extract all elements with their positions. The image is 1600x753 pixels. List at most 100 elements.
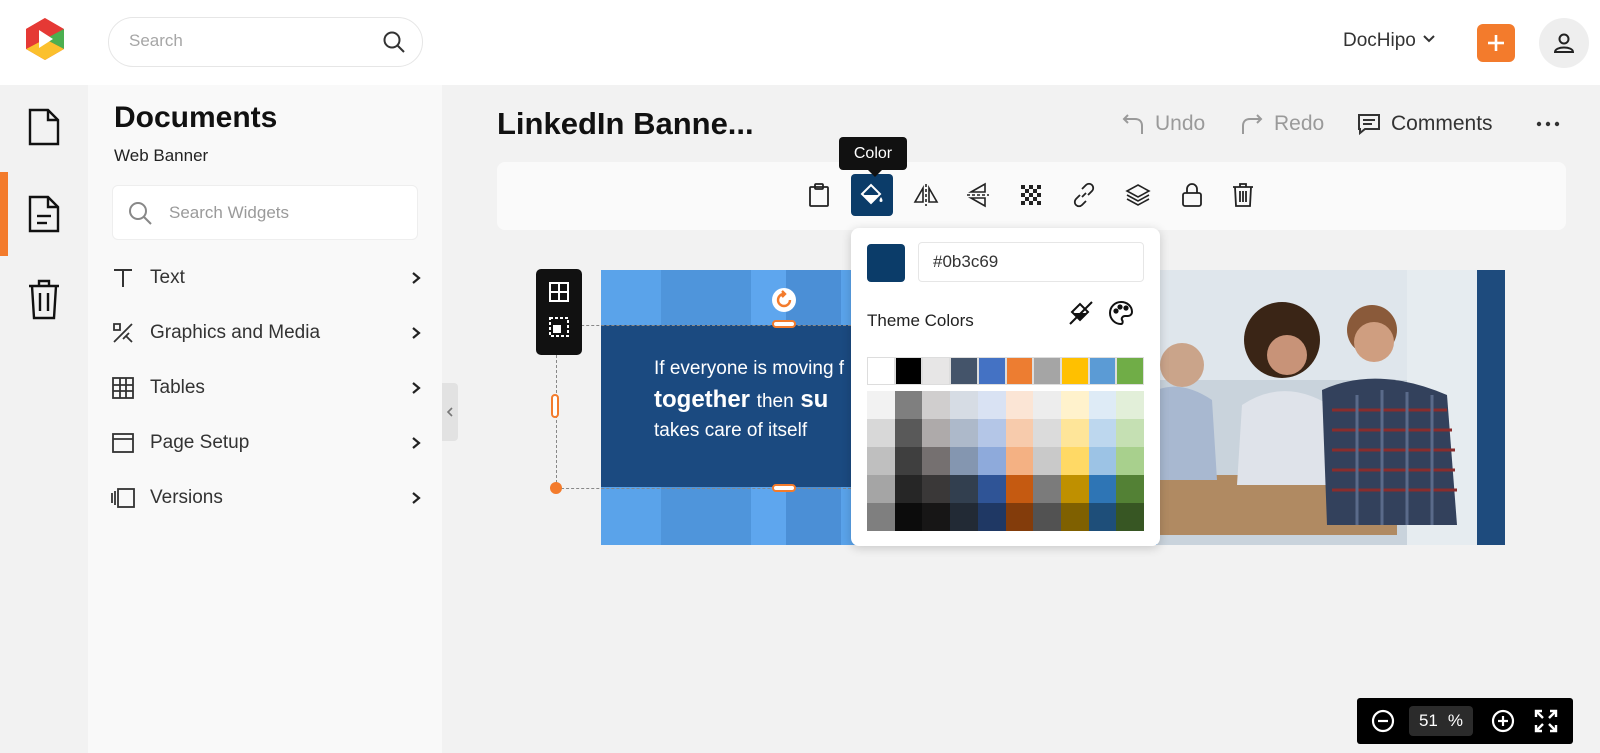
- color-swatch[interactable]: [1060, 357, 1089, 385]
- shade-swatch[interactable]: [867, 475, 895, 503]
- zoom-in-button[interactable]: [1490, 708, 1516, 734]
- shade-swatch[interactable]: [1116, 391, 1144, 419]
- shade-swatch[interactable]: [1088, 475, 1117, 503]
- shade-swatch[interactable]: [867, 447, 895, 475]
- shade-swatch[interactable]: [950, 503, 978, 531]
- shade-swatch[interactable]: [867, 503, 895, 531]
- shade-swatch[interactable]: [1088, 503, 1117, 531]
- menu-item-text[interactable]: Text: [110, 256, 426, 300]
- shade-swatch[interactable]: [1060, 447, 1089, 475]
- menu-item-page-setup[interactable]: Page Setup: [110, 421, 426, 465]
- shade-swatch[interactable]: [922, 475, 951, 503]
- shade-swatch[interactable]: [977, 419, 1006, 447]
- color-swatch[interactable]: [1033, 357, 1061, 385]
- select-tool-button[interactable]: [547, 315, 571, 339]
- color-swatch[interactable]: [867, 357, 895, 385]
- shade-swatch[interactable]: [977, 475, 1006, 503]
- redo-button[interactable]: Redo: [1240, 112, 1324, 136]
- shade-swatch[interactable]: [950, 447, 978, 475]
- shade-swatch[interactable]: [1116, 475, 1144, 503]
- color-swatch[interactable]: [1005, 357, 1034, 385]
- color-swatch[interactable]: [977, 357, 1006, 385]
- more-options-button[interactable]: [1535, 114, 1561, 134]
- shade-swatch[interactable]: [1033, 419, 1061, 447]
- shade-swatch[interactable]: [977, 503, 1006, 531]
- color-fill-button[interactable]: [851, 174, 893, 216]
- shade-swatch[interactable]: [922, 419, 951, 447]
- layers-button[interactable]: [1117, 174, 1159, 216]
- shade-swatch[interactable]: [1116, 419, 1144, 447]
- shade-swatch[interactable]: [894, 503, 923, 531]
- shade-swatch[interactable]: [1033, 447, 1061, 475]
- fullscreen-button[interactable]: [1533, 708, 1559, 734]
- shade-swatch[interactable]: [977, 391, 1006, 419]
- shade-swatch[interactable]: [894, 447, 923, 475]
- link-button[interactable]: [1063, 174, 1105, 216]
- user-menu-button[interactable]: [1539, 18, 1589, 68]
- rotate-handle[interactable]: [772, 288, 796, 312]
- shade-swatch[interactable]: [922, 391, 951, 419]
- rail-documents[interactable]: [0, 172, 88, 256]
- banner-quote-text[interactable]: If everyone is moving f together then su…: [654, 355, 874, 445]
- shade-swatch[interactable]: [1116, 447, 1144, 475]
- no-fill-button[interactable]: [1066, 298, 1096, 328]
- shade-swatch[interactable]: [1060, 419, 1089, 447]
- widget-search[interactable]: [112, 185, 418, 240]
- undo-button[interactable]: Undo: [1121, 112, 1205, 136]
- shade-swatch[interactable]: [1033, 391, 1061, 419]
- shade-swatch[interactable]: [1005, 391, 1034, 419]
- zoom-out-button[interactable]: [1370, 708, 1396, 734]
- document-title[interactable]: LinkedIn Banne...: [497, 106, 754, 142]
- corner-handle[interactable]: [550, 482, 562, 494]
- shade-swatch[interactable]: [1060, 391, 1089, 419]
- shade-swatch[interactable]: [1060, 503, 1089, 531]
- zoom-level[interactable]: 51 %: [1409, 706, 1473, 736]
- shade-swatch[interactable]: [922, 503, 951, 531]
- shade-swatch[interactable]: [1033, 475, 1061, 503]
- resize-handle-top[interactable]: [772, 320, 796, 328]
- shade-swatch[interactable]: [1060, 475, 1089, 503]
- shade-swatch[interactable]: [1088, 391, 1117, 419]
- hex-color-input[interactable]: [918, 242, 1144, 282]
- add-button[interactable]: [1477, 24, 1515, 62]
- custom-palette-button[interactable]: [1106, 298, 1136, 328]
- shade-swatch[interactable]: [1116, 503, 1144, 531]
- shade-swatch[interactable]: [1033, 503, 1061, 531]
- shade-swatch[interactable]: [867, 419, 895, 447]
- current-color-swatch[interactable]: [867, 244, 905, 282]
- shade-swatch[interactable]: [894, 391, 923, 419]
- shade-swatch[interactable]: [950, 391, 978, 419]
- grid-tool-button[interactable]: [547, 280, 571, 304]
- menu-item-versions[interactable]: Versions: [110, 476, 426, 520]
- panel-collapse-handle[interactable]: [442, 383, 458, 441]
- color-swatch[interactable]: [922, 357, 951, 385]
- shade-swatch[interactable]: [977, 447, 1006, 475]
- resize-handle-bottom[interactable]: [772, 484, 796, 492]
- shade-swatch[interactable]: [922, 447, 951, 475]
- rail-new-document[interactable]: [0, 85, 88, 169]
- delete-button[interactable]: [1222, 174, 1264, 216]
- global-search[interactable]: [108, 17, 423, 67]
- shade-swatch[interactable]: [1088, 447, 1117, 475]
- search-icon[interactable]: [382, 30, 406, 59]
- shade-swatch[interactable]: [894, 419, 923, 447]
- shade-swatch[interactable]: [867, 391, 895, 419]
- team-photo[interactable]: [1157, 270, 1505, 545]
- clipboard-button[interactable]: [798, 174, 840, 216]
- menu-item-graphics[interactable]: Graphics and Media: [110, 311, 426, 355]
- widget-search-input[interactable]: [169, 203, 399, 223]
- shade-swatch[interactable]: [950, 419, 978, 447]
- dochipo-logo[interactable]: [22, 16, 68, 62]
- shade-swatch[interactable]: [950, 475, 978, 503]
- workspace-dropdown[interactable]: DocHipo: [1343, 30, 1436, 52]
- flip-horizontal-button[interactable]: [905, 174, 947, 216]
- color-swatch[interactable]: [1088, 357, 1117, 385]
- flip-vertical-button[interactable]: [957, 174, 999, 216]
- lock-button[interactable]: [1171, 174, 1213, 216]
- search-input[interactable]: [129, 31, 369, 51]
- color-swatch[interactable]: [1116, 357, 1144, 385]
- shade-swatch[interactable]: [894, 475, 923, 503]
- color-swatch[interactable]: [950, 357, 978, 385]
- shade-swatch[interactable]: [1005, 419, 1034, 447]
- menu-item-tables[interactable]: Tables: [110, 366, 426, 410]
